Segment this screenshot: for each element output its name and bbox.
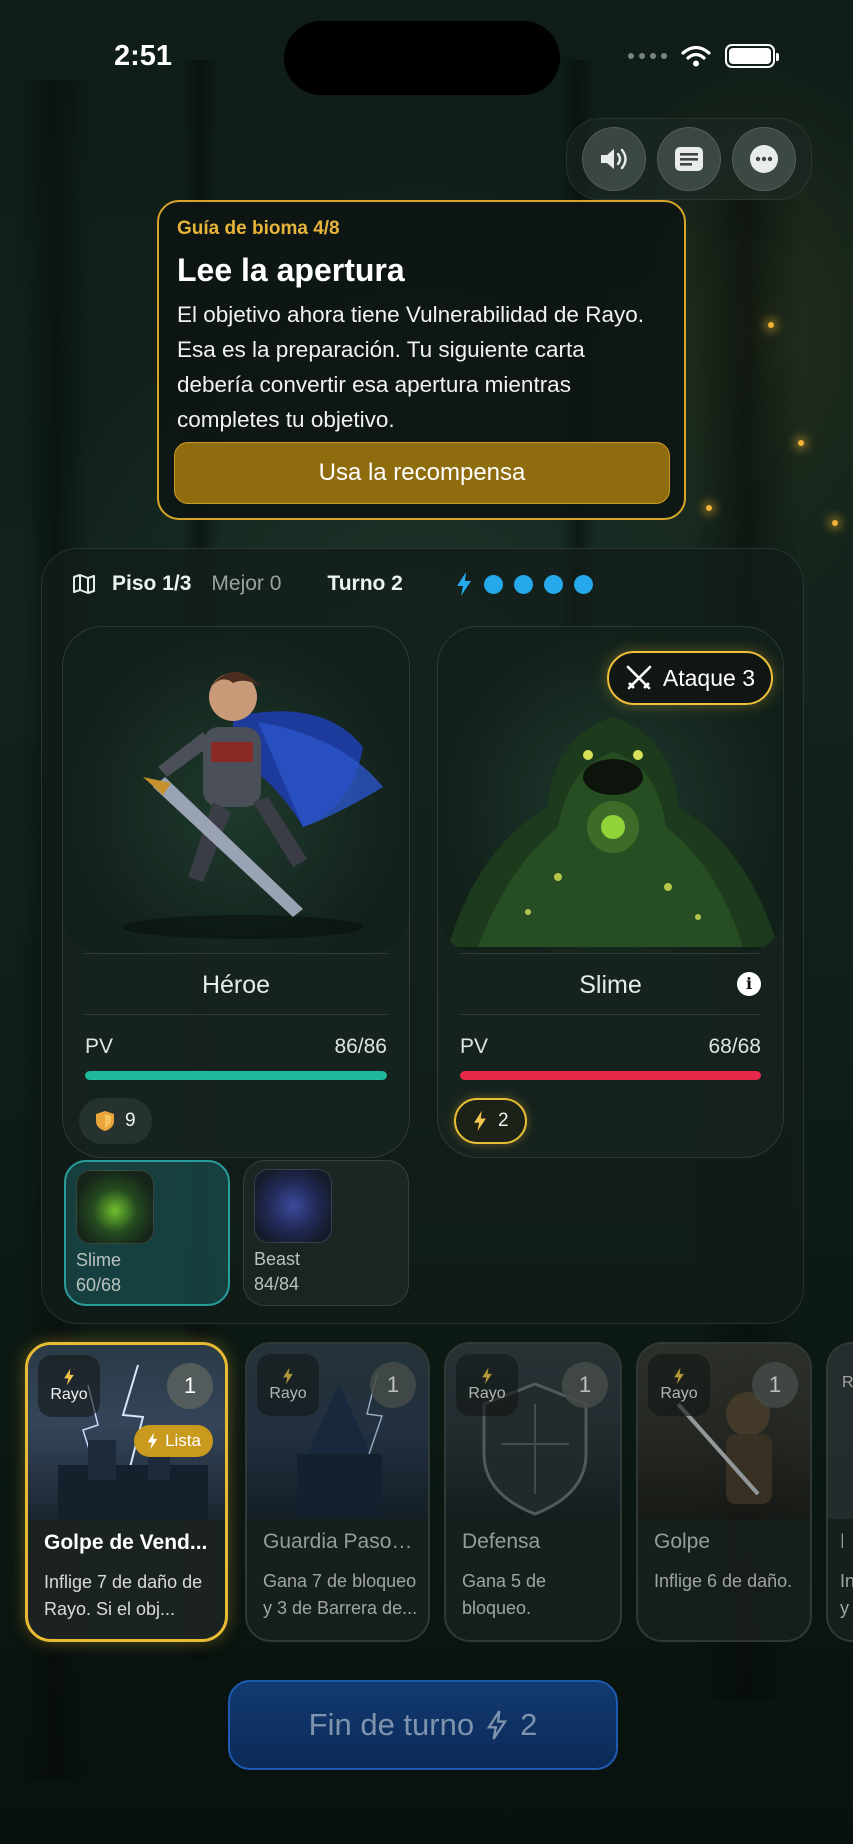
lightning-icon	[482, 1367, 492, 1385]
hero-hp-fill	[85, 1071, 387, 1080]
speaker-icon	[601, 148, 628, 170]
card-golpe-de-vendaval[interactable]: Rayo 1 Lista Golpe de Vend... Inflige 7 …	[25, 1342, 228, 1642]
enemy-intent-label: Ataque 3	[662, 664, 755, 691]
enemy-hp-value: 68/68	[708, 1035, 761, 1058]
hero-name: Héroe	[85, 953, 387, 1015]
energy-pip	[543, 574, 563, 594]
card-description: In y	[840, 1571, 853, 1618]
lightning-icon	[486, 1710, 508, 1740]
enemy-tab-name: Slime	[76, 1250, 122, 1270]
more-button[interactable]	[731, 127, 796, 191]
card-title: H	[840, 1530, 843, 1554]
lightning-icon	[456, 572, 471, 596]
hero-block-chip[interactable]: 9	[79, 1098, 152, 1144]
guide-title: Lee la apertura	[177, 252, 405, 288]
card-title: Guardia Paso d...	[263, 1530, 418, 1553]
enemy-card[interactable]: Ataque 3 Slime i PV 68/68 2	[437, 626, 784, 1158]
wifi-icon	[681, 45, 711, 67]
hero-portrait	[63, 627, 409, 953]
energy-meter	[455, 571, 593, 597]
card-description: Gana 7 de bloqueo y 3 de Barrera de...	[263, 1571, 418, 1618]
card-cost: 1	[370, 1362, 416, 1408]
hero-card[interactable]: Héroe PV 86/86 9	[62, 626, 410, 1158]
slime-thumbnail	[76, 1170, 154, 1244]
card-title: Golpe de Vend...	[44, 1531, 208, 1554]
ready-badge: Lista	[134, 1425, 213, 1457]
energy-pip	[483, 574, 503, 594]
lightning-icon	[147, 1432, 158, 1450]
crossed-swords-icon	[626, 665, 652, 690]
card-description: Inflige 6 de daño.	[654, 1571, 793, 1591]
card-cost: 1	[167, 1363, 213, 1409]
enemy-intent-badge[interactable]: Ataque 3	[606, 651, 773, 705]
top-controls	[566, 118, 812, 200]
card-defensa[interactable]: Rayo 1 Defensa Gana 5 de bloqueo.	[444, 1342, 622, 1642]
beast-thumbnail	[254, 1169, 332, 1243]
energy-pips	[483, 574, 593, 594]
lightning-icon	[674, 1367, 684, 1385]
card-art	[828, 1344, 853, 1519]
card-type-badge: Rayo	[456, 1354, 518, 1416]
hero-hp-label: PV	[85, 1035, 114, 1058]
card-type-badge: Rayo	[257, 1354, 319, 1416]
card-cost: 1	[752, 1362, 798, 1408]
card-description: Gana 5 de bloqueo.	[462, 1571, 547, 1618]
battle-header: Piso 1/3 Mejor 0 Turno 2	[72, 571, 593, 597]
floor-label: Piso 1/3	[112, 572, 192, 595]
biome-guide-card: Guía de bioma 4/8 Lee la apertura El obj…	[157, 200, 686, 520]
enemy-hp-row: PV 68/68	[460, 1035, 761, 1059]
enemy-tab-name: Beast	[254, 1249, 301, 1269]
card-guardia-paso[interactable]: Rayo 1 Guardia Paso d... Gana 7 de bloqu…	[245, 1342, 430, 1642]
hero-hp-row: PV 86/86	[85, 1035, 387, 1059]
info-icon[interactable]: i	[737, 972, 761, 996]
best-score-label: Mejor 0	[211, 572, 282, 595]
enemy-status-value: 2	[498, 1110, 509, 1131]
list-icon	[674, 147, 703, 171]
turn-label: Turno 2	[327, 572, 403, 595]
lightning-icon	[474, 1110, 486, 1132]
dynamic-island	[284, 21, 560, 95]
lightning-icon	[283, 1367, 293, 1385]
card-description: Inflige 7 de daño de Rayo. Si el obj...	[44, 1572, 203, 1619]
map-icon	[73, 574, 95, 594]
end-turn-button[interactable]: Fin de turno 2	[228, 1680, 618, 1770]
enemy-tab-hp: 84/84	[254, 1274, 300, 1294]
card-golpe[interactable]: Rayo 1 Golpe Inflige 6 de daño.	[636, 1342, 812, 1642]
battery-icon	[725, 44, 779, 68]
status-time: 2:51	[114, 40, 173, 72]
shield-icon	[96, 1111, 114, 1131]
lightning-icon	[64, 1368, 74, 1386]
status-icons	[628, 44, 779, 68]
enemy-vulnerability-chip[interactable]: 2	[454, 1098, 527, 1144]
enemy-tab-slime[interactable]: Slime 60/68	[64, 1160, 230, 1306]
enemy-name: Slime i	[460, 953, 761, 1015]
enemy-hp-label: PV	[460, 1035, 489, 1058]
card-partial[interactable]: R H In y	[826, 1342, 853, 1642]
end-turn-label: Fin de turno	[308, 1707, 475, 1742]
more-icon	[749, 145, 778, 173]
use-reward-button[interactable]: Usa la recompensa	[174, 442, 670, 504]
enemy-hp-bar	[460, 1071, 761, 1080]
enemy-hp-fill	[460, 1071, 761, 1080]
end-turn-energy: 2	[520, 1707, 538, 1742]
card-type-badge: Rayo	[38, 1355, 100, 1417]
energy-pip	[513, 574, 533, 594]
guide-body: El objetivo ahora tiene Vulnerabilidad d…	[177, 302, 644, 432]
signal-icon	[628, 53, 667, 59]
card-cost: 1	[562, 1362, 608, 1408]
hero-hp-bar	[85, 1071, 387, 1080]
sound-button[interactable]	[582, 127, 647, 191]
energy-pip	[573, 574, 593, 594]
card-type-badge: Rayo	[648, 1354, 710, 1416]
card-title: Defensa	[462, 1530, 541, 1553]
card-title: Golpe	[654, 1530, 711, 1553]
card-type-partial: R	[842, 1374, 853, 1391]
hero-block-value: 9	[125, 1110, 136, 1131]
guide-step-label: Guía de bioma 4/8	[177, 218, 340, 239]
hero-hp-value: 86/86	[334, 1035, 387, 1058]
enemy-tab-hp: 60/68	[76, 1275, 122, 1295]
log-button[interactable]	[656, 127, 721, 191]
enemy-tab-beast[interactable]: Beast 84/84	[243, 1160, 409, 1306]
